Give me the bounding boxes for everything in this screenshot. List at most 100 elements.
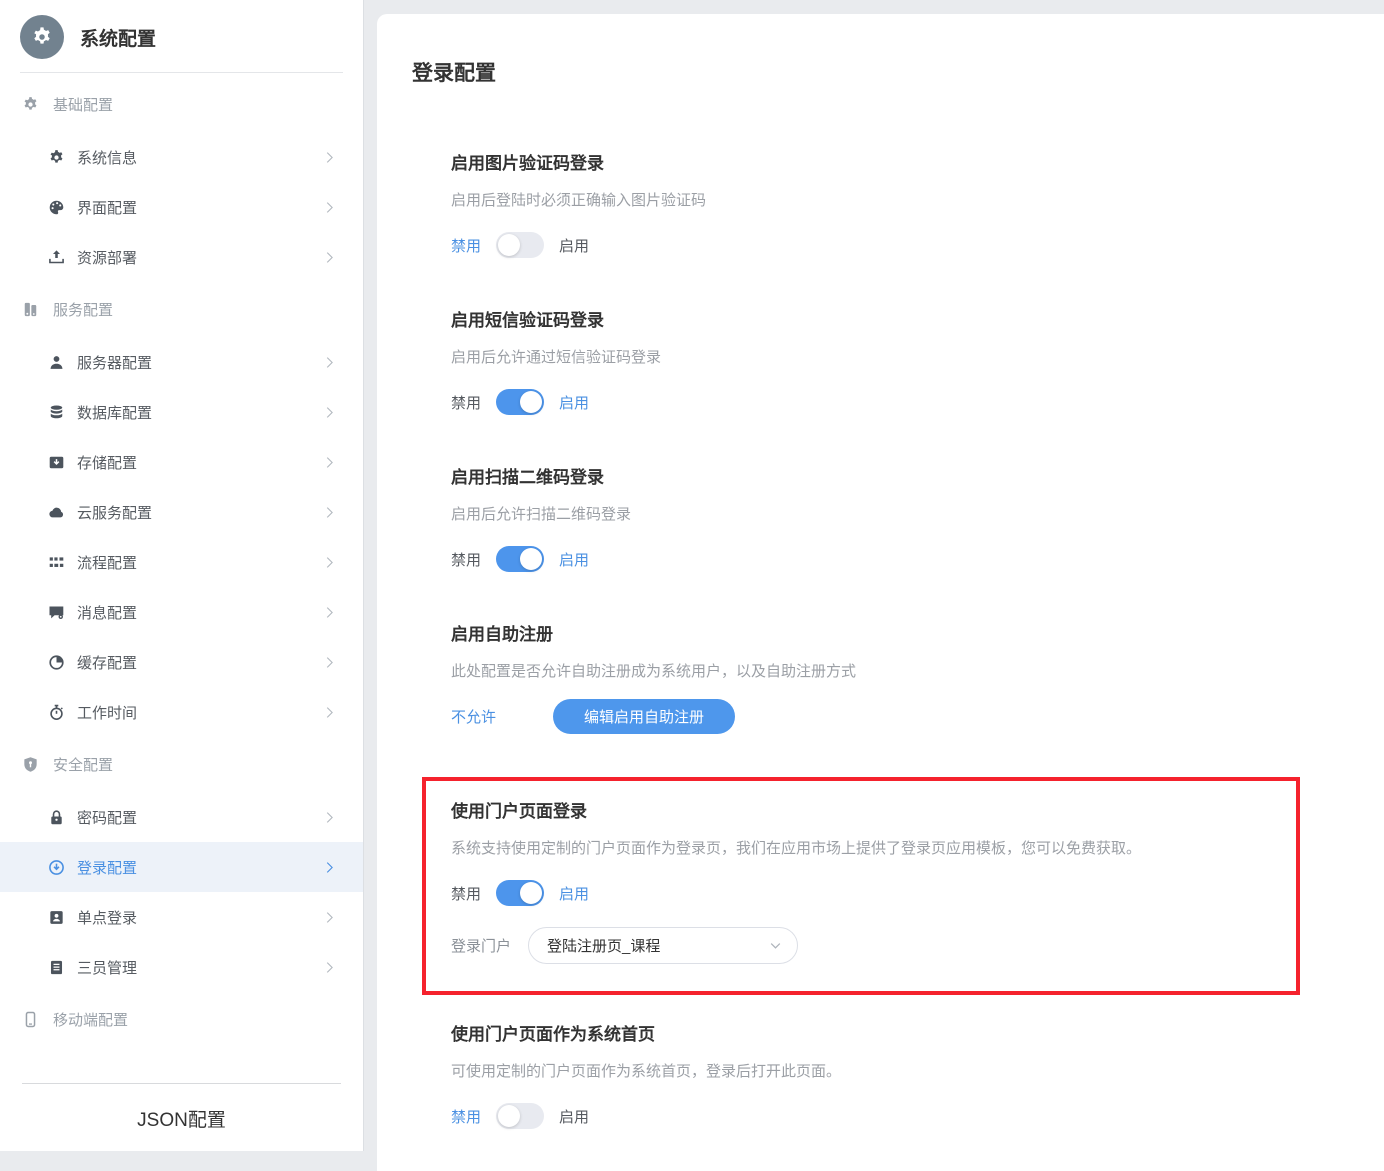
- setting-title: 启用扫描二维码登录: [451, 468, 604, 487]
- sidebar-section-header[interactable]: 移动端配置: [0, 992, 363, 1047]
- setting-control-row: 不允许 编辑启用自助注册: [451, 698, 1344, 734]
- setting-portal-page-home: 使用门户页面作为系统首页 可使用定制的门户页面作为系统首页，登录后打开此页面。 禁用…: [451, 1020, 1344, 1131]
- setting-qrcode-login: 启用扫描二维码登录 启用后允许扫描二维码登录 禁用 启用: [451, 463, 1344, 574]
- login-portal-select[interactable]: 登陆注册页_课程: [528, 927, 799, 964]
- sidebar-section-label: 基础配置: [53, 97, 114, 114]
- toggle-switch[interactable]: [496, 389, 545, 415]
- toggle-switch[interactable]: [496, 1103, 545, 1129]
- sidebar-item[interactable]: 系统信息: [0, 132, 363, 182]
- storage-icon: [48, 454, 65, 471]
- sidebar-nav: 基础配置系统信息界面配置资源部署服务配置服务器配置数据库配置存储配置云服务配置流…: [0, 73, 363, 1047]
- toggle-switch[interactable]: [496, 232, 545, 258]
- sidebar-item-label: 密码配置: [77, 809, 138, 827]
- toggle-knob: [498, 1105, 521, 1127]
- lock-icon: [48, 809, 65, 826]
- gear-icon: [48, 149, 65, 166]
- chevron-right-icon: [322, 250, 337, 265]
- registration-status-label: 不允许: [451, 708, 497, 726]
- toggle-off-label: 禁用: [451, 394, 482, 412]
- toggle-knob: [520, 882, 543, 904]
- timer-icon: [48, 704, 65, 721]
- setting-title: 启用短信验证码登录: [451, 311, 604, 330]
- chevron-right-icon: [322, 200, 337, 215]
- sidebar-item-label: 资源部署: [77, 249, 138, 267]
- service-person-icon: [48, 354, 65, 371]
- cache-icon: [48, 654, 65, 671]
- sidebar-item-label: 系统信息: [77, 149, 138, 167]
- palette-icon: [48, 199, 65, 216]
- sidebar-item[interactable]: 存储配置: [0, 437, 363, 487]
- setting-title: 使用门户页面登录: [451, 802, 587, 821]
- setting-title: 启用自助注册: [451, 625, 553, 644]
- setting-description: 系统支持使用定制的门户页面作为登录页，我们在应用市场上提供了登录页应用模板，您可…: [451, 840, 1142, 857]
- sidebar-footer: JSON配置: [0, 1083, 363, 1151]
- sidebar-item-label: 流程配置: [77, 554, 138, 572]
- sidebar-item-label: 数据库配置: [77, 404, 153, 422]
- cloud-icon: [48, 504, 65, 521]
- sidebar-item[interactable]: 数据库配置: [0, 387, 363, 437]
- sidebar-item[interactable]: 登录配置: [0, 842, 363, 892]
- chevron-right-icon: [322, 555, 337, 570]
- app-gear-icon: [20, 15, 64, 59]
- chevron-right-icon: [322, 605, 337, 620]
- toggle-on-label: 启用: [559, 1108, 590, 1126]
- sidebar-section-header[interactable]: 基础配置: [0, 77, 363, 132]
- sidebar-header: 系统配置: [20, 0, 343, 73]
- sidebar-item-label: 服务器配置: [77, 354, 153, 372]
- toggle-off-label: 禁用: [451, 237, 482, 255]
- sidebar-item[interactable]: 云服务配置: [0, 487, 363, 537]
- chevron-right-icon: [322, 355, 337, 370]
- setting-title: 启用图片验证码登录: [451, 154, 604, 173]
- sidebar-item-label: 登录配置: [77, 859, 138, 877]
- sidebar-item-label: 存储配置: [77, 454, 138, 472]
- sidebar-item[interactable]: 密码配置: [0, 792, 363, 842]
- sidebar-item[interactable]: 消息配置: [0, 587, 363, 637]
- edit-self-registration-button[interactable]: 编辑启用自助注册: [553, 698, 736, 734]
- sidebar-section-label: 安全配置: [53, 757, 114, 774]
- chevron-down-icon: [768, 938, 783, 953]
- toggle-off-label: 禁用: [451, 885, 482, 903]
- setting-control-row: 禁用 启用: [451, 230, 1344, 260]
- sidebar-section-label: 移动端配置: [53, 1012, 129, 1029]
- sidebar-item[interactable]: 服务器配置: [0, 337, 363, 387]
- sidebar-item[interactable]: 缓存配置: [0, 637, 363, 687]
- settings-card: 登录配置 启用图片验证码登录 启用后登陆时必须正确输入图片验证码 禁用 启用 启用短信验…: [377, 14, 1384, 1171]
- sidebar-section-header[interactable]: 安全配置: [0, 737, 363, 792]
- sidebar-item[interactable]: 单点登录: [0, 892, 363, 942]
- json-config-link[interactable]: JSON配置: [0, 1084, 363, 1151]
- message-icon: [48, 604, 65, 621]
- setting-control-row: 禁用 启用: [451, 1101, 1344, 1131]
- page-title: 登录配置: [412, 62, 496, 85]
- setting-portal-page-login: 使用门户页面登录系统支持使用定制的门户页面作为登录页，我们在应用市场上提供了登录…: [422, 777, 1300, 995]
- sidebar-item[interactable]: 三员管理: [0, 942, 363, 992]
- sidebar-section-label: 服务配置: [53, 302, 114, 319]
- chevron-right-icon: [322, 960, 337, 975]
- sidebar-item[interactable]: 资源部署: [0, 232, 363, 282]
- setting-description: 可使用定制的门户页面作为系统首页，登录后打开此页面。: [451, 1063, 842, 1080]
- sidebar-section-header[interactable]: 服务配置: [0, 282, 363, 337]
- chevron-right-icon: [322, 860, 337, 875]
- setting-control-row: 禁用 启用: [451, 544, 1344, 574]
- setting-sms-captcha-login: 启用短信验证码登录 启用后允许通过短信验证码登录 禁用 启用: [451, 306, 1344, 417]
- sidebar-item[interactable]: 流程配置: [0, 537, 363, 587]
- flow-icon: [48, 554, 65, 571]
- login-portal-value: 登陆注册页_课程: [547, 938, 661, 955]
- toggle-switch[interactable]: [496, 546, 545, 572]
- sidebar-item-label: 消息配置: [77, 604, 138, 622]
- shield-icon: [22, 756, 39, 773]
- sidebar-item-label: 缓存配置: [77, 654, 138, 672]
- chevron-right-icon: [322, 505, 337, 520]
- chevron-right-icon: [322, 655, 337, 670]
- chevron-right-icon: [322, 455, 337, 470]
- toggle-on-label: 启用: [559, 394, 590, 412]
- login-portal-row: 登录门户 登陆注册页_课程: [451, 927, 1276, 964]
- toggle-knob: [498, 234, 521, 256]
- setting-self-registration: 启用自助注册 此处配置是否允许自助注册成为系统用户，以及自助注册方式 不允许 编辑启用…: [451, 620, 1344, 734]
- toggle-switch[interactable]: [496, 880, 545, 906]
- sidebar-item[interactable]: 界面配置: [0, 182, 363, 232]
- sidebar-item[interactable]: 工作时间: [0, 687, 363, 737]
- setting-control-row: 禁用 启用: [451, 878, 1276, 908]
- chevron-right-icon: [322, 405, 337, 420]
- chevron-right-icon: [322, 705, 337, 720]
- gear-icon: [22, 96, 39, 113]
